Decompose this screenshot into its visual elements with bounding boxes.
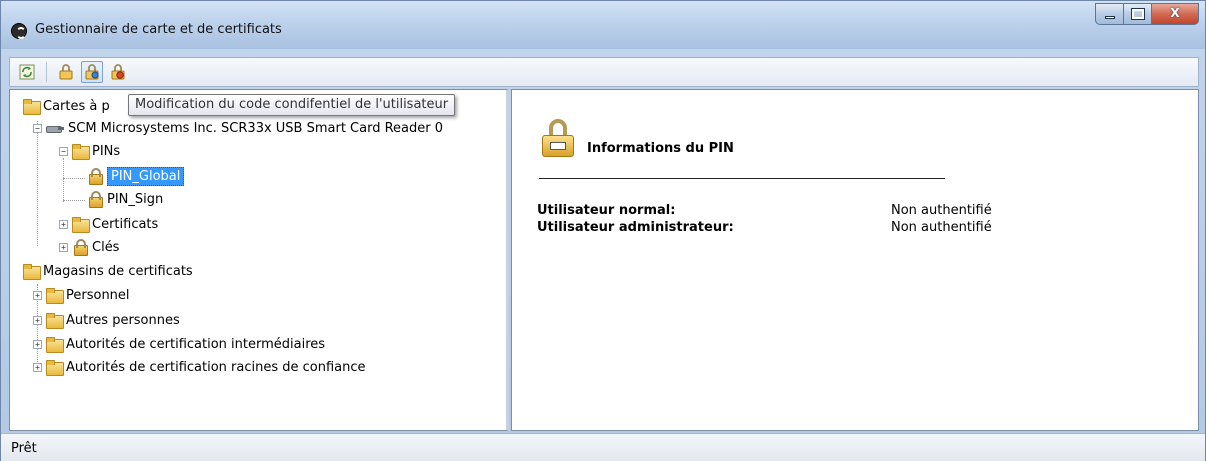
tree-item-reader[interactable]: − SCM Microsystems Inc. SCR33x USB Smart… (33, 117, 443, 139)
toolbar (9, 57, 1199, 87)
folder-icon (46, 313, 64, 329)
lock-icon (87, 168, 103, 185)
pin-lock-icon (541, 119, 577, 159)
toolbar-separator (46, 62, 47, 82)
tree-item-autres[interactable]: + Autres personnes (33, 309, 180, 331)
folder-icon (72, 144, 90, 160)
unblock-pin-icon (111, 64, 125, 80)
tree-item-cards[interactable]: Cartes à p (23, 95, 110, 117)
tree-connector (63, 178, 85, 179)
tree-item-label: Magasins de certificats (43, 263, 193, 279)
minimize-button[interactable] (1095, 3, 1123, 25)
maximize-icon (1131, 8, 1145, 20)
tree-item-label: Clés (92, 239, 120, 255)
collapse-icon[interactable]: − (59, 146, 68, 156)
title-bar[interactable]: Gestionnaire de carte et de certificats … (1, 1, 1205, 49)
tree-item-label: SCM Microsystems Inc. SCR33x USB Smart C… (68, 120, 444, 136)
tree-item-label: Certificats (92, 216, 159, 232)
tree-item-certificats[interactable]: + Certificats (59, 213, 158, 235)
tree-item-pins[interactable]: − PINs (59, 140, 120, 162)
app-icon (11, 23, 27, 39)
refresh-icon (19, 64, 35, 80)
change-pin-button[interactable] (81, 61, 103, 83)
tree-item-label: PINs (92, 143, 121, 159)
expand-icon[interactable]: + (33, 362, 42, 372)
tree-item-stores[interactable]: Magasins de certificats (23, 260, 193, 282)
lock-icon (72, 239, 88, 256)
collapse-icon[interactable]: − (33, 123, 42, 133)
tree-item-label: Autorités de certification racines de co… (66, 359, 366, 375)
refresh-button[interactable] (16, 61, 38, 83)
admin-user-value: Non authentifié (891, 220, 992, 235)
tree-item-cles[interactable]: + Clés (59, 236, 119, 258)
admin-user-label: Utilisateur administrateur: (537, 220, 734, 235)
card-reader-icon (46, 123, 64, 133)
expand-icon[interactable]: + (33, 290, 42, 300)
close-icon: X (1170, 6, 1180, 20)
tree-item-label: Personnel (66, 287, 130, 303)
expand-icon[interactable]: + (59, 219, 68, 229)
lock-icon (87, 191, 103, 208)
expand-icon[interactable]: + (59, 242, 68, 252)
minimize-icon (1105, 16, 1115, 19)
tree-item-label: Cartes à p (43, 98, 110, 114)
tree-connector (63, 158, 64, 202)
status-text: Prêt (11, 441, 37, 456)
tree-connector (63, 200, 85, 201)
tree-item-personnel[interactable]: + Personnel (33, 284, 130, 306)
expand-icon[interactable]: + (33, 339, 42, 349)
tree-item-label: PIN_Sign (107, 191, 164, 207)
folder-icon (23, 264, 41, 280)
tree-connector (37, 121, 38, 246)
folder-icon (46, 337, 64, 353)
lock-button[interactable] (55, 61, 77, 83)
expand-icon[interactable]: + (33, 315, 42, 325)
folder-icon (72, 217, 90, 233)
tree-item-pin-sign[interactable]: PIN_Sign (87, 188, 163, 210)
window-title: Gestionnaire de carte et de certificats (35, 22, 282, 37)
tooltip: Modification du code condifentiel de l'u… (128, 94, 456, 116)
close-button[interactable]: X (1151, 3, 1199, 25)
details-title: Informations du PIN (587, 141, 734, 156)
unblock-pin-button[interactable] (107, 61, 129, 83)
window-controls: X (1095, 3, 1199, 25)
folder-icon (46, 288, 64, 304)
status-bar: Prêt (1, 433, 1205, 461)
divider (539, 178, 945, 179)
tree-item-label: Autres personnes (66, 312, 180, 328)
app-window: Gestionnaire de carte et de certificats … (0, 0, 1206, 461)
tree-item-label-selected: PIN_Global (107, 166, 185, 186)
normal-user-value: Non authentifié (891, 203, 992, 218)
maximize-button[interactable] (1123, 3, 1151, 25)
folder-icon (46, 360, 64, 376)
folder-icon (23, 99, 41, 115)
lock-icon (59, 64, 73, 80)
tree-item-pin-global[interactable]: PIN_Global (87, 165, 185, 187)
tree-item-racines[interactable]: + Autorités de certification racines de … (33, 356, 366, 378)
change-pin-icon (85, 64, 99, 80)
tree-item-label: Autorités de certification intermédiaire… (66, 336, 326, 352)
normal-user-label: Utilisateur normal: (537, 203, 676, 218)
tree-item-intermediaires[interactable]: + Autorités de certification intermédiai… (33, 333, 325, 355)
